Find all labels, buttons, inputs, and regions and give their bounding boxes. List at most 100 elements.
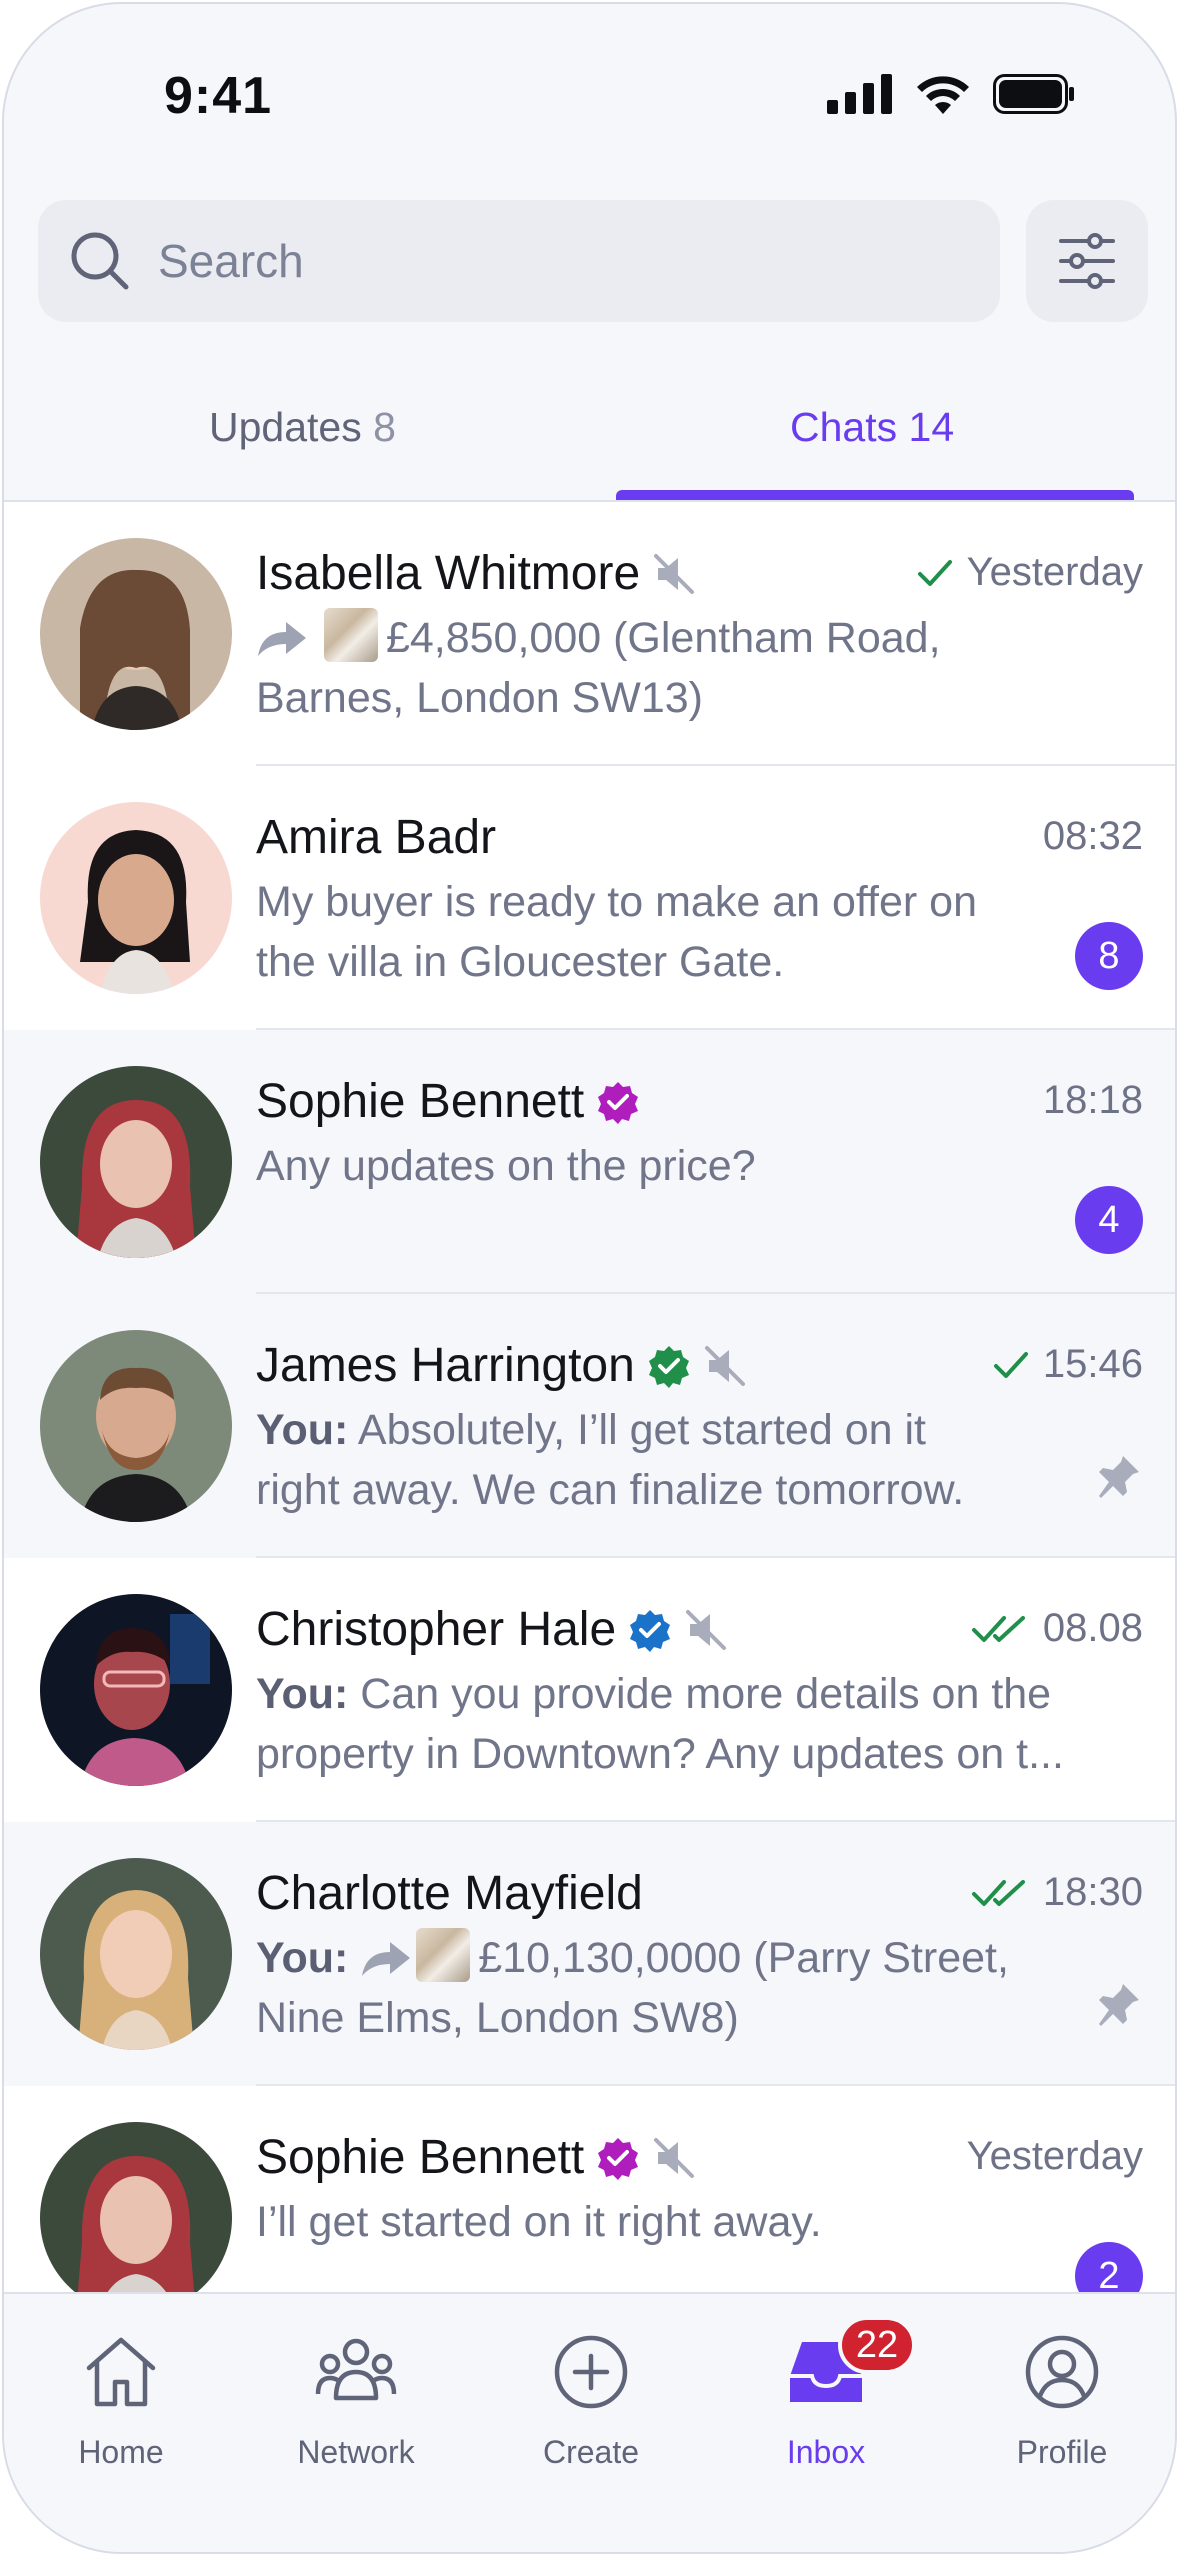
message-preview: You: Absolutely, I’ll get started on it …	[256, 1400, 1016, 1520]
avatar	[40, 1066, 232, 1258]
contact-name: Isabella Whitmore	[256, 547, 641, 600]
message-text-line1: Can you provide more details on the	[360, 1670, 1052, 1718]
nav-network[interactable]: Network	[256, 2324, 456, 2471]
avatar	[40, 1858, 232, 2050]
tab-chats-label: Chats	[790, 404, 898, 450]
message-time: Yesterday	[966, 550, 1143, 594]
message-text-line1: £10,130,0000 (Parry Street,	[478, 1934, 1009, 1982]
forward-icon	[258, 622, 306, 656]
verified-badge-icon	[630, 1609, 671, 1652]
nav-inbox[interactable]: 22 Inbox	[726, 2316, 926, 2471]
you-prefix: You:	[256, 1934, 349, 1982]
avatar	[40, 1330, 232, 1522]
read-double-check-icon	[971, 1879, 1025, 1906]
chat-row[interactable]: Sophie Bennett 18:18 Any updates on the …	[4, 1030, 1175, 1294]
unread-badge: 8	[1075, 922, 1143, 990]
message-preview: I’ll get started on it right away.	[256, 2192, 1016, 2252]
chat-row[interactable]: Isabella Whitmore Yesterday £4,850,000 (…	[4, 502, 1175, 766]
message-time: 08.08	[1042, 1606, 1143, 1650]
message-preview: £4,850,000 (Glentham Road, Barnes, Londo…	[256, 608, 1016, 728]
chat-row[interactable]: James Harrington 15:46 You: Absolutely, …	[4, 1294, 1175, 1558]
message-time: Yesterday	[966, 2134, 1143, 2178]
nav-label: Profile	[1016, 2434, 1108, 2470]
you-prefix: You:	[256, 1406, 349, 1454]
message-text: Absolutely, I’ll get started on it right…	[256, 1406, 965, 1514]
people-icon	[315, 2338, 397, 2401]
chat-row[interactable]: Christopher Hale 08.08 You: Can you prov…	[4, 1558, 1175, 1822]
active-tab-indicator	[616, 490, 1134, 500]
property-thumbnail	[323, 608, 378, 662]
pin-icon	[1095, 1452, 1143, 1505]
message-preview: You: Can you provide more details on the…	[256, 1664, 1116, 1784]
tab-chats-count: 14	[908, 404, 955, 450]
contact-name: Christopher Hale	[256, 1603, 617, 1656]
tab-updates-label: Updates	[209, 404, 362, 450]
cellular-signal-icon	[827, 74, 892, 114]
message-time: 08:32	[1042, 814, 1143, 858]
contact-name: Sophie Bennett	[256, 2131, 585, 2184]
nav-home[interactable]: Home	[21, 2324, 221, 2471]
message-text: I’ll get started on it right away.	[256, 2198, 822, 2246]
avatar	[40, 538, 232, 730]
search-icon	[71, 232, 129, 290]
contact-name: Amira Badr	[256, 811, 497, 864]
tab-updates[interactable]: Updates 8	[209, 404, 396, 451]
battery-icon	[993, 74, 1074, 114]
contact-name: James Harrington	[256, 1339, 635, 1392]
tab-bar: Updates 8 Chats 14	[4, 364, 1175, 502]
message-text-line2: property in Downtown? Any updates on t..…	[256, 1730, 1064, 1778]
verified-badge-icon	[598, 2137, 639, 2180]
chat-row[interactable]: Amira Badr 08:32 My buyer is ready to ma…	[4, 766, 1175, 1030]
inbox-unread-badge: 22	[838, 2316, 916, 2374]
avatar	[40, 802, 232, 994]
forward-icon	[362, 1942, 411, 1976]
verified-badge-icon	[598, 1081, 639, 1124]
contact-name: Charlotte Mayfield	[256, 1867, 643, 1920]
sliders-icon	[1059, 233, 1115, 289]
sent-check-icon	[993, 1351, 1028, 1378]
nav-label: Inbox	[786, 2434, 866, 2470]
nav-label: Create	[542, 2434, 640, 2470]
unread-badge: 4	[1075, 1186, 1143, 1254]
nav-profile[interactable]: Profile	[962, 2324, 1162, 2471]
property-thumbnail	[416, 1928, 471, 1982]
message-preview: My buyer is ready to make an offer on th…	[256, 872, 1016, 992]
bottom-nav: Home Network Create 22 Inbox Profile	[4, 2292, 1175, 2552]
search-input[interactable]: Search	[158, 234, 304, 288]
message-time: 18:30	[1042, 1870, 1143, 1914]
avatar	[40, 2122, 232, 2314]
home-icon	[86, 2337, 156, 2407]
status-icons	[827, 74, 1075, 114]
search-bar[interactable]: Search	[38, 200, 1000, 322]
message-text: My buyer is ready to make an offer on th…	[256, 878, 978, 986]
message-preview: You: £10,130,0000 (Parry Street, Nine El…	[256, 1928, 1076, 2048]
plus-circle-icon	[554, 2335, 628, 2409]
nav-create[interactable]: Create	[491, 2324, 691, 2471]
status-time: 9:41	[164, 67, 273, 125]
nav-label: Home	[78, 2434, 164, 2470]
message-text-line2: Nine Elms, London SW8)	[256, 1994, 739, 2042]
chat-row[interactable]: Charlotte Mayfield 18:30 You: £10,130,00…	[4, 1822, 1175, 2086]
read-double-check-icon	[971, 1615, 1025, 1642]
verified-badge-icon	[648, 1345, 689, 1388]
wifi-icon	[917, 76, 969, 114]
message-time: 15:46	[1042, 1342, 1143, 1386]
tab-chats[interactable]: Chats 14	[790, 404, 954, 451]
chat-list: Isabella Whitmore Yesterday £4,850,000 (…	[4, 502, 1175, 2350]
user-icon	[1025, 2335, 1099, 2409]
you-prefix: You:	[256, 1670, 349, 1718]
avatar	[40, 1594, 232, 1786]
sent-check-icon	[917, 559, 952, 586]
phone-frame: 9:41 Search Updates 8 Chats 14 Isabella …	[2, 2, 1177, 2554]
nav-label: Network	[297, 2434, 415, 2470]
message-text: Any updates on the price?	[256, 1142, 756, 1190]
filter-button[interactable]	[1026, 200, 1148, 322]
muted-icon	[654, 2137, 695, 2178]
muted-icon	[704, 1345, 745, 1386]
message-time: 18:18	[1042, 1078, 1143, 1122]
tab-updates-count: 8	[373, 404, 396, 450]
contact-name: Sophie Bennett	[256, 1075, 585, 1128]
message-preview: Any updates on the price?	[256, 1136, 1016, 1196]
muted-icon	[654, 553, 695, 594]
muted-icon	[686, 1609, 727, 1650]
